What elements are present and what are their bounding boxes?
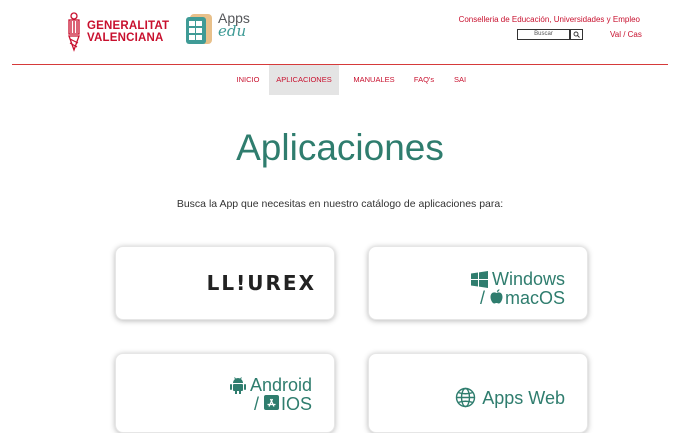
nav-item-sai[interactable]: SAI	[449, 65, 471, 95]
page-title: Aplicaciones	[236, 127, 444, 168]
generalitat-emblem-icon	[68, 12, 80, 52]
tablet-icon	[186, 14, 212, 44]
macos-label: / macOS	[479, 288, 565, 308]
lliurex-logo-text: LL!UREX	[206, 271, 316, 295]
apple-icon	[490, 289, 503, 304]
search-icon	[573, 31, 580, 38]
ministry-link[interactable]: Conselleria de Educación, Universidades …	[459, 15, 640, 24]
platform-card-android-ios[interactable]: Android / IOS	[115, 353, 335, 433]
platform-card-windows-macos[interactable]: Windows / macOS	[368, 246, 588, 320]
language-switcher[interactable]: Val / Cas	[610, 30, 642, 39]
nav-item-manuales[interactable]: MANUALES	[349, 65, 399, 95]
ios-label: / IOS	[253, 394, 312, 414]
generalitat-logo-line2: VALENCIANA	[87, 32, 164, 44]
apps-logo-line2: edu	[218, 22, 247, 40]
app-store-icon	[263, 395, 279, 410]
nav-item-faqs[interactable]: FAQ's	[409, 65, 439, 95]
main-nav: INICIO APLICACIONES MANUALES FAQ's SAI	[0, 65, 680, 95]
nav-item-inicio[interactable]: INICIO	[229, 65, 267, 95]
generalitat-logo-line1: GENERALITAT	[87, 20, 170, 32]
windows-icon	[470, 270, 488, 288]
generalitat-logo[interactable]: GENERALITAT VALENCIANA	[66, 12, 169, 52]
windows-label: Windows	[491, 269, 565, 289]
android-icon	[229, 376, 246, 394]
apps-edu-logo[interactable]: Apps edu	[184, 11, 250, 46]
platform-card-lliurex[interactable]: LL!UREX	[115, 246, 335, 320]
apps-web-label: Apps Web	[482, 387, 565, 408]
platform-card-apps-web[interactable]: Apps Web	[368, 353, 588, 433]
search-button[interactable]	[570, 29, 583, 40]
android-label: Android	[249, 375, 312, 395]
globe-icon	[456, 387, 476, 408]
search-input[interactable]: Buscar	[517, 29, 570, 40]
nav-item-aplicaciones[interactable]: APLICACIONES	[269, 65, 339, 95]
page-subtitle: Busca la App que necesitas en nuestro ca…	[176, 198, 504, 210]
